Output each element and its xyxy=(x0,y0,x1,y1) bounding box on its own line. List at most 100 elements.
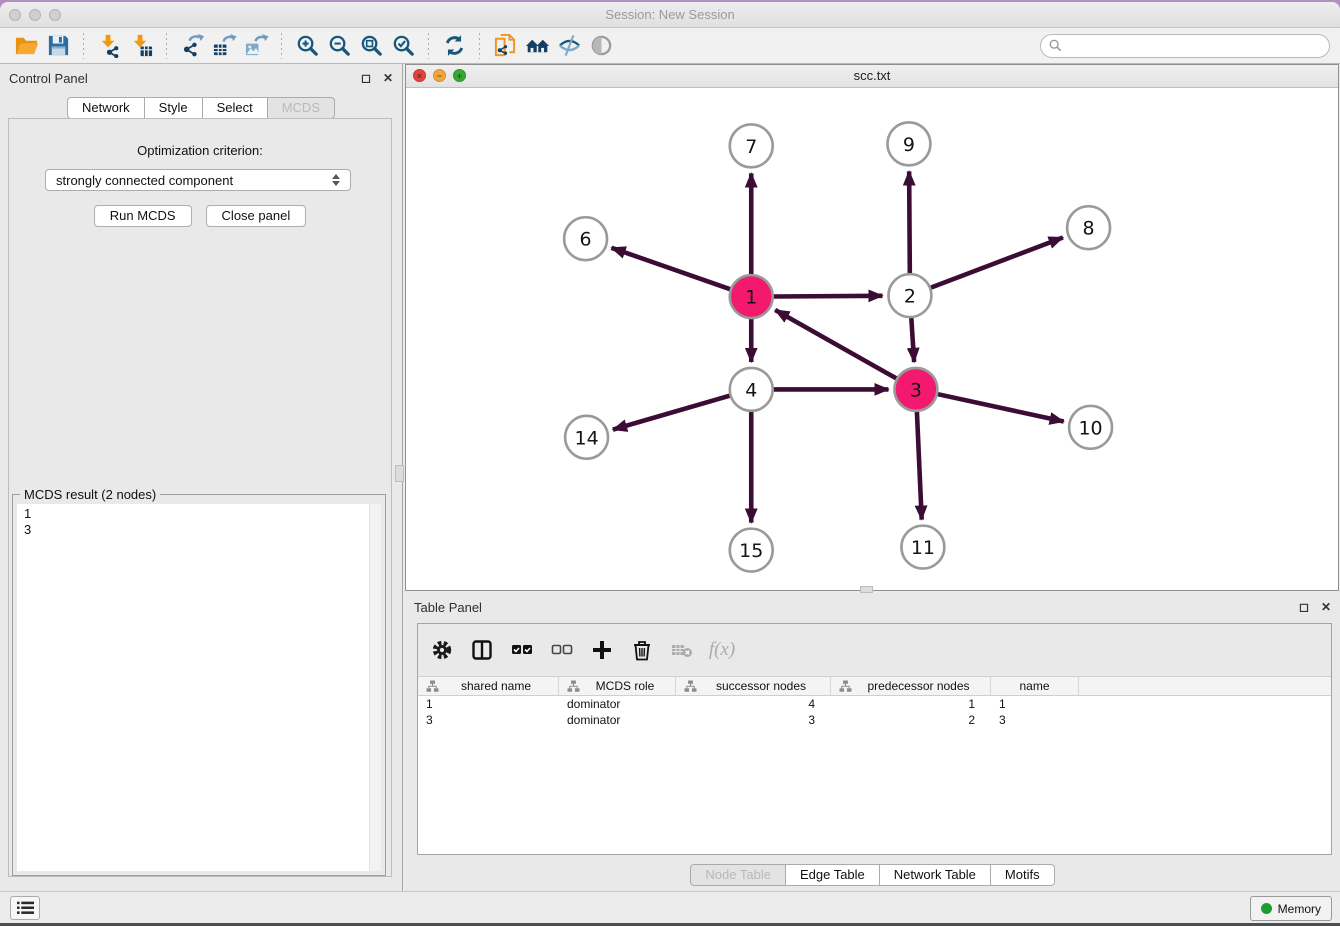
network-view-window: × − + scc.txt 7 9 6 8 1 2 4 3 14 10 15 11 xyxy=(405,64,1339,591)
network-canvas[interactable]: 7 9 6 8 1 2 4 3 14 10 15 11 xyxy=(406,88,1338,590)
memory-button[interactable]: Memory xyxy=(1250,896,1332,921)
column-edit-icon xyxy=(567,680,580,693)
columns-icon[interactable] xyxy=(469,637,495,663)
table-body: 1dominator4113dominator323 xyxy=(418,696,1331,728)
task-history-button[interactable] xyxy=(10,896,40,920)
delete-icon[interactable] xyxy=(629,637,655,663)
tab-node-table[interactable]: Node Table xyxy=(690,864,786,886)
cell[interactable]: 3 xyxy=(991,713,1079,727)
edge-1-6[interactable] xyxy=(612,248,731,289)
node-15[interactable]: 15 xyxy=(730,529,773,572)
edge-4-14[interactable] xyxy=(613,396,730,430)
zoom-selected-icon[interactable] xyxy=(387,31,419,61)
node-9[interactable]: 9 xyxy=(887,122,930,165)
home-icon[interactable] xyxy=(521,31,553,61)
node-3[interactable]: 3 xyxy=(894,368,937,411)
save-session-icon[interactable] xyxy=(42,31,74,61)
cell[interactable]: 1 xyxy=(831,697,991,711)
delete-table-icon xyxy=(669,637,695,663)
network-graph[interactable]: 7 9 6 8 1 2 4 3 14 10 15 11 xyxy=(406,88,1338,590)
tab-motifs[interactable]: Motifs xyxy=(991,864,1055,886)
network-from-file-icon[interactable] xyxy=(489,31,521,61)
float-table-panel-icon[interactable]: ◻ xyxy=(1299,600,1309,614)
node-8[interactable]: 8 xyxy=(1067,206,1110,249)
node-11[interactable]: 11 xyxy=(901,526,944,569)
node-1[interactable]: 1 xyxy=(730,275,773,318)
refresh-icon[interactable] xyxy=(438,31,470,61)
cell[interactable]: 1 xyxy=(418,697,559,711)
node-4[interactable]: 4 xyxy=(730,368,773,411)
edge-3-11[interactable] xyxy=(917,412,922,520)
close-panel-button[interactable]: Close panel xyxy=(206,205,307,227)
result-scrollbar[interactable] xyxy=(369,504,381,871)
zoom-out-icon[interactable] xyxy=(323,31,355,61)
svg-text:8: 8 xyxy=(1083,218,1095,240)
run-mcds-button[interactable]: Run MCDS xyxy=(94,205,192,227)
cell[interactable]: dominator xyxy=(559,713,676,727)
mcds-result-group: MCDS result (2 nodes) 1 3 xyxy=(12,494,386,876)
edge-2-9[interactable] xyxy=(909,171,910,273)
tab-edge-table[interactable]: Edge Table xyxy=(786,864,880,886)
select-all-icon[interactable] xyxy=(509,637,535,663)
network-window-titlebar: × − + scc.txt xyxy=(406,65,1338,88)
tab-mcds[interactable]: MCDS xyxy=(268,97,335,119)
edge-3-10[interactable] xyxy=(938,394,1064,421)
memory-status-icon xyxy=(1261,903,1272,914)
svg-text:10: 10 xyxy=(1079,417,1103,439)
node-6[interactable]: 6 xyxy=(564,217,607,260)
svg-text:14: 14 xyxy=(575,427,599,449)
mcds-result-list[interactable]: 1 3 xyxy=(17,504,381,871)
node-2[interactable]: 2 xyxy=(888,274,931,317)
column-header-mcds-role[interactable]: MCDS role xyxy=(559,677,676,695)
search-input[interactable] xyxy=(1067,38,1321,54)
mcds-result-title: MCDS result (2 nodes) xyxy=(20,487,160,502)
edge-3-1[interactable] xyxy=(775,310,896,378)
hide-graphics-icon[interactable] xyxy=(553,31,585,61)
tab-network[interactable]: Network xyxy=(67,97,145,119)
criterion-select[interactable]: strongly connected component xyxy=(45,169,351,191)
node-14[interactable]: 14 xyxy=(565,416,608,459)
horizontal-splitter-handle[interactable] xyxy=(860,586,873,593)
vertical-splitter-handle[interactable] xyxy=(395,465,404,482)
level-of-detail-icon[interactable] xyxy=(585,31,617,61)
table-row[interactable]: 1dominator411 xyxy=(418,696,1331,712)
tab-select[interactable]: Select xyxy=(203,97,268,119)
column-header-name[interactable]: name xyxy=(991,677,1079,695)
network-minimize-icon[interactable]: − xyxy=(433,69,446,82)
close-panel-icon[interactable]: ✕ xyxy=(383,71,393,85)
network-close-icon[interactable]: × xyxy=(413,69,426,82)
import-table-icon[interactable] xyxy=(125,31,157,61)
node-7[interactable]: 7 xyxy=(730,124,773,167)
column-header-predecessor-nodes[interactable]: predecessor nodes xyxy=(831,677,991,695)
cell[interactable]: 4 xyxy=(676,697,831,711)
cell[interactable]: 2 xyxy=(831,713,991,727)
zoom-fit-icon[interactable] xyxy=(355,31,387,61)
float-panel-icon[interactable]: ◻ xyxy=(361,71,371,85)
optimization-label: Optimization criterion: xyxy=(9,143,391,158)
table-row[interactable]: 3dominator323 xyxy=(418,712,1331,728)
column-header-shared-name[interactable]: shared name xyxy=(418,677,559,695)
edge-2-3[interactable] xyxy=(911,318,914,362)
edge-2-8[interactable] xyxy=(931,238,1063,288)
edge-1-2[interactable] xyxy=(774,296,883,297)
cell[interactable]: dominator xyxy=(559,697,676,711)
add-icon[interactable] xyxy=(589,637,615,663)
cell[interactable]: 1 xyxy=(991,697,1079,711)
export-table-icon[interactable] xyxy=(208,31,240,61)
cell[interactable]: 3 xyxy=(676,713,831,727)
tab-style[interactable]: Style xyxy=(145,97,203,119)
close-table-panel-icon[interactable]: ✕ xyxy=(1321,600,1331,614)
select-stepper-icon xyxy=(332,174,340,186)
tab-network-table[interactable]: Network Table xyxy=(880,864,991,886)
cell[interactable]: 3 xyxy=(418,713,559,727)
network-maximize-icon[interactable]: + xyxy=(453,69,466,82)
column-header-successor-nodes[interactable]: successor nodes xyxy=(676,677,831,695)
export-image-icon[interactable] xyxy=(240,31,272,61)
node-10[interactable]: 10 xyxy=(1069,406,1112,449)
settings-icon[interactable] xyxy=(429,637,455,663)
deselect-all-icon[interactable] xyxy=(549,637,575,663)
open-session-icon[interactable] xyxy=(10,31,42,61)
zoom-in-icon[interactable] xyxy=(291,31,323,61)
import-network-icon[interactable] xyxy=(93,31,125,61)
export-network-icon[interactable] xyxy=(176,31,208,61)
